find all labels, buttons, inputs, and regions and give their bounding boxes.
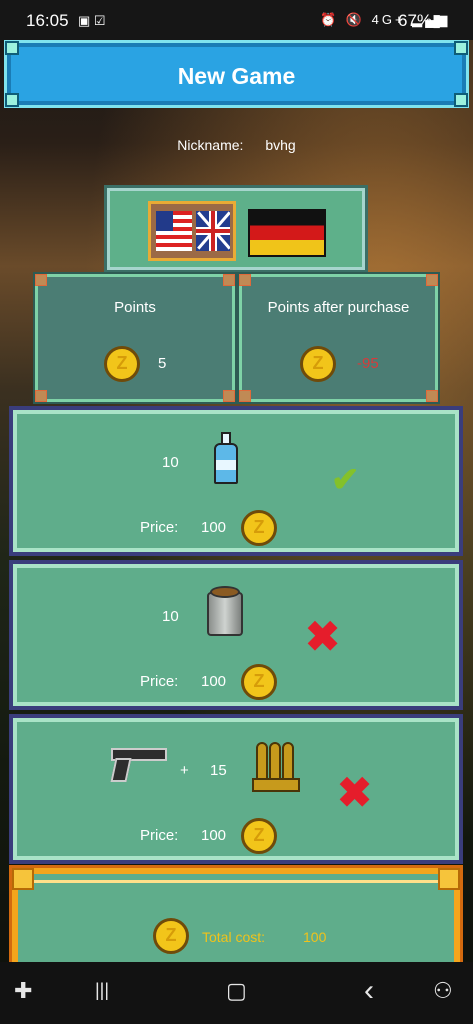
points-after-panel: Points after purchase Z -95 [237, 272, 440, 404]
ammo-icon [252, 736, 302, 796]
shop-item-food-can[interactable]: 10 ✖ Price: 100 Z [9, 560, 463, 710]
price-value: 100 [201, 673, 227, 690]
uk-flag-icon [196, 211, 230, 251]
price-label: Price: [140, 519, 179, 536]
notification-icons: ▣ ☑ [78, 13, 106, 28]
nickname-row: Nickname: bvhg [0, 137, 473, 153]
game-launcher-icon[interactable]: ✚ [14, 978, 32, 1004]
accessibility-icon[interactable]: ⚇ [433, 978, 453, 1004]
total-cost-panel: Z Total cost: 100 [9, 865, 463, 971]
pistol-icon [110, 748, 167, 784]
cross-icon: ✖ [305, 613, 341, 660]
price-value: 100 [201, 519, 227, 536]
food-can-icon [207, 586, 243, 636]
nickname-value: bvhg [265, 137, 296, 153]
english-flag-button[interactable] [148, 201, 236, 261]
status-time: 16:05 [26, 11, 69, 30]
back-button[interactable]: ‹ [364, 974, 374, 1008]
cross-icon: ✖ [337, 769, 373, 816]
item-quantity: 15 [210, 762, 227, 779]
points-value: 5 [158, 355, 167, 372]
plus-sign: + [180, 762, 189, 779]
checkmark-icon: ✔ [331, 461, 360, 499]
total-cost-value: 100 [303, 929, 327, 945]
coin-icon: Z [153, 918, 189, 954]
points-label: Points [114, 299, 156, 316]
item-quantity: 10 [162, 608, 179, 625]
water-bottle-icon [214, 432, 238, 484]
coin-icon: Z [300, 346, 336, 382]
price-label: Price: [140, 827, 179, 844]
page-title: New Game [177, 63, 296, 89]
recent-apps-button[interactable]: ||| [95, 980, 109, 1001]
battery-indicator: 67%▮ [398, 11, 442, 30]
german-flag-button[interactable] [248, 209, 326, 257]
system-nav-bar: ✚ ||| ▢ ‹ ⚇ [0, 962, 473, 1024]
coin-icon: Z [241, 818, 277, 854]
item-quantity: 10 [162, 454, 179, 471]
header-banner: New Game [4, 40, 469, 108]
language-selector [104, 185, 368, 273]
nickname-label: Nickname: [177, 137, 244, 153]
home-button[interactable]: ▢ [226, 978, 247, 1004]
status-bar: 16:05 ▣ ☑ ⏰ 🔇 4G+ ▂▄▆ 67%▮ [0, 0, 473, 40]
points-panel: Points Z 5 [33, 272, 237, 404]
price-label: Price: [140, 673, 179, 690]
points-after-value: -95 [357, 355, 379, 372]
coin-icon: Z [104, 346, 140, 382]
shop-item-pistol-ammo[interactable]: + 15 ✖ Price: 100 Z [9, 714, 463, 864]
points-after-label: Points after purchase [267, 299, 410, 316]
coin-icon: Z [241, 510, 277, 546]
shop-item-water[interactable]: 10 ✔ Price: 100 Z [9, 406, 463, 556]
price-value: 100 [201, 827, 227, 844]
total-cost-label: Total cost: [202, 929, 266, 945]
coin-icon: Z [241, 664, 277, 700]
